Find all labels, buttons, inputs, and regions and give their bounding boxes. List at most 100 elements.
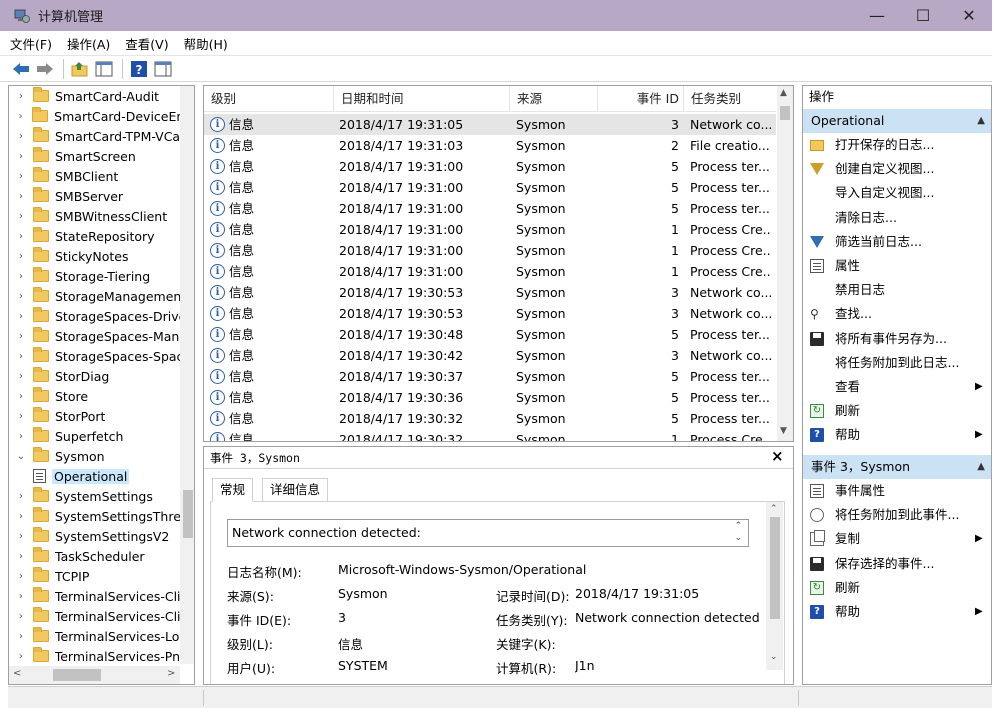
event-row[interactable]: i 信息 2018/4/17 19:31:00 Sysmon 5 Process ter.…: [204, 156, 776, 177]
scroll-left-icon[interactable]: <: [13, 668, 21, 679]
up-folder-button[interactable]: [69, 58, 91, 80]
scroll-up-icon[interactable]: ▲: [780, 88, 787, 98]
maximize-button[interactable]: ☐: [900, 0, 946, 31]
event-row[interactable]: i 信息 2018/4/17 19:31:00 Sysmon 1 Process Cre.…: [204, 240, 776, 261]
scroll-down-icon[interactable]: ▼: [780, 426, 787, 436]
event-row[interactable]: i 信息 2018/4/17 19:30:48 Sysmon 5 Process ter.…: [204, 324, 776, 345]
tree-item[interactable]: › SystemSettings: [9, 486, 194, 506]
event-row[interactable]: i 信息 2018/4/17 19:30:37 Sysmon 5 Process ter.…: [204, 366, 776, 387]
action-item[interactable]: 将任务附加到此事件...: [803, 504, 991, 526]
tree-item[interactable]: › StorageSpaces-Driver: [9, 306, 194, 326]
chevron-right-icon[interactable]: ›: [15, 391, 27, 402]
action-item[interactable]: 打开保存的日志...: [803, 134, 991, 156]
chevron-right-icon[interactable]: ›: [15, 231, 27, 242]
event-row[interactable]: i 信息 2018/4/17 19:30:53 Sysmon 3 Network co..…: [204, 282, 776, 303]
tree-item[interactable]: › TaskScheduler: [9, 546, 194, 566]
tree-item[interactable]: › TerminalServices-Loca: [9, 626, 194, 646]
action-item[interactable]: 将任务附加到此日志...: [803, 352, 991, 374]
menu-action[interactable]: 操作(A): [67, 34, 110, 53]
chevron-right-icon[interactable]: ›: [15, 371, 27, 382]
tree-scroll-thumb[interactable]: [183, 490, 193, 538]
chevron-right-icon[interactable]: ›: [15, 531, 27, 542]
chevron-right-icon[interactable]: ›: [15, 91, 27, 102]
tree-item[interactable]: › SMBServer: [9, 186, 194, 206]
chevron-right-icon[interactable]: ›: [15, 551, 27, 562]
tree-item[interactable]: › SmartCard-TPM-VCard: [9, 126, 194, 146]
event-row[interactable]: i 信息 2018/4/17 19:31:03 Sysmon 2 File creatio…: [204, 135, 776, 156]
detail-scroll-thumb[interactable]: [770, 517, 780, 619]
menu-view[interactable]: 查看(V): [125, 34, 168, 53]
tree-item[interactable]: › StateRepository: [9, 226, 194, 246]
tree-item[interactable]: › SmartScreen: [9, 146, 194, 166]
tree-item[interactable]: › StorageSpaces-Space: [9, 346, 194, 366]
scroll-right-icon[interactable]: >: [167, 668, 175, 679]
action-item[interactable]: 清除日志...: [803, 207, 991, 229]
tree-item[interactable]: › Storage-Tiering: [9, 266, 194, 286]
tree-item[interactable]: › StorDiag: [9, 366, 194, 386]
tree-item[interactable]: › SmartCard-DeviceEnum: [9, 106, 194, 126]
minimize-button[interactable]: —: [854, 0, 900, 31]
scroll-up-icon[interactable]: ⌃: [770, 504, 778, 514]
event-row[interactable]: i 信息 2018/4/17 19:30:42 Sysmon 3 Network co..…: [204, 345, 776, 366]
tree-item[interactable]: ⌄ Sysmon: [9, 446, 194, 466]
chevron-right-icon[interactable]: ›: [15, 131, 27, 142]
help-button[interactable]: ?: [128, 58, 150, 80]
tree-item[interactable]: › StorageSpaces-Manag: [9, 326, 194, 346]
chevron-right-icon[interactable]: ›: [15, 291, 27, 302]
tree-item[interactable]: › SMBClient: [9, 166, 194, 186]
event-row[interactable]: i 信息 2018/4/17 19:31:05 Sysmon 3 Network co..…: [204, 114, 776, 135]
action-item[interactable]: ? 帮助 ▶: [803, 601, 991, 623]
chevron-right-icon[interactable]: ›: [15, 351, 27, 362]
action-item[interactable]: 禁用日志: [803, 279, 991, 301]
chevron-right-icon[interactable]: ›: [15, 651, 27, 662]
description-scroll-icon[interactable]: ⌃ ⌄: [734, 520, 742, 544]
chevron-right-icon[interactable]: ›: [15, 491, 27, 502]
tree-item[interactable]: › SmartCard-Audit: [9, 86, 194, 106]
chevron-right-icon[interactable]: ›: [15, 271, 27, 282]
chevron-right-icon[interactable]: ›: [15, 251, 27, 262]
action-item[interactable]: 导入自定义视图...: [803, 182, 991, 204]
chevron-right-icon[interactable]: ›: [15, 191, 27, 202]
back-button[interactable]: [10, 58, 32, 80]
tree-item[interactable]: › SystemSettingsV2: [9, 526, 194, 546]
chevron-right-icon[interactable]: ›: [15, 611, 27, 622]
chevron-right-icon[interactable]: ›: [15, 171, 27, 182]
column-source[interactable]: 来源: [510, 86, 598, 112]
action-item[interactable]: 事件属性: [803, 480, 991, 502]
action-item[interactable]: ⚲ 查找...: [803, 303, 991, 325]
tree-item[interactable]: › StickyNotes: [9, 246, 194, 266]
event-row[interactable]: i 信息 2018/4/17 19:30:36 Sysmon 5 Process ter.…: [204, 387, 776, 408]
column-task-category[interactable]: 任务类别: [684, 86, 776, 112]
menu-file[interactable]: 文件(F): [10, 34, 52, 53]
action-item[interactable]: 筛选当前日志...: [803, 231, 991, 253]
tree-item[interactable]: › StorageManagement: [9, 286, 194, 306]
chevron-right-icon[interactable]: ›: [15, 631, 27, 642]
tree-item[interactable]: › TerminalServices-Clien: [9, 606, 194, 626]
event-row[interactable]: i 信息 2018/4/17 19:31:00 Sysmon 1 Process Cre.…: [204, 219, 776, 240]
event-row[interactable]: i 信息 2018/4/17 19:31:00 Sysmon 1 Process Cre.…: [204, 261, 776, 282]
event-row[interactable]: i 信息 2018/4/17 19:30:32 Sysmon 1 Process Cre.…: [204, 429, 776, 441]
column-level[interactable]: 级别: [204, 86, 334, 112]
tab-general[interactable]: 常规: [212, 478, 254, 502]
collapse-triangle-icon[interactable]: ▲: [977, 109, 985, 133]
event-list[interactable]: 级别 日期和时间 来源 事件 ID 任务类别 i 信息 2018/4/17 19:3…: [203, 85, 794, 442]
tree-item[interactable]: › SMBWitnessClient: [9, 206, 194, 226]
tree-item[interactable]: › Store: [9, 386, 194, 406]
action-item[interactable]: 创建自定义视图...: [803, 158, 991, 180]
tree-hscroll-thumb[interactable]: [53, 669, 101, 681]
chevron-right-icon[interactable]: ›: [15, 571, 27, 582]
chevron-right-icon[interactable]: ›: [15, 431, 27, 442]
tree-item[interactable]: › TerminalServices-Clien: [9, 586, 194, 606]
chevron-right-icon[interactable]: ›: [15, 151, 27, 162]
show-hide-action-pane-button[interactable]: [152, 58, 174, 80]
chevron-right-icon[interactable]: ›: [15, 411, 27, 422]
tree-item[interactable]: › Superfetch: [9, 426, 194, 446]
event-description[interactable]: Network connection detected: ⌃ ⌄: [227, 519, 749, 547]
title-bar[interactable]: 计算机管理 — ☐ ✕: [0, 0, 992, 31]
tree-item[interactable]: › SystemSettingsThresh: [9, 506, 194, 526]
action-item[interactable]: 保存选择的事件...: [803, 553, 991, 575]
action-item[interactable]: 将所有事件另存为...: [803, 328, 991, 350]
tree-item-child[interactable]: Operational: [9, 466, 194, 486]
chevron-down-icon[interactable]: ⌄: [15, 451, 27, 462]
chevron-right-icon[interactable]: ›: [15, 311, 27, 322]
